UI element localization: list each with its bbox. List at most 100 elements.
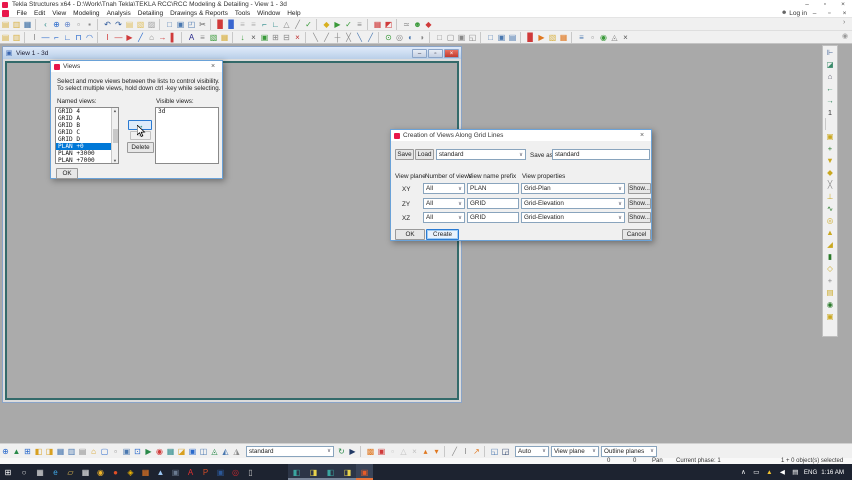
view-list2-icon[interactable]: ▤ [77, 446, 88, 457]
show-button-xy[interactable]: Show... [628, 183, 651, 194]
select-component-icon[interactable]: ▣ [376, 446, 387, 457]
named-view-item[interactable]: PLAN +3000 [56, 150, 118, 157]
snap-centerpoint-icon[interactable]: ▼ [824, 154, 836, 166]
misc-c-icon[interactable]: ◬ [609, 32, 620, 43]
snap-grid-icon[interactable]: ▲ [824, 226, 836, 238]
view-rendered-icon[interactable]: ▢ [445, 32, 456, 43]
opera-icon[interactable]: ◎ [228, 464, 243, 480]
view-along-grid-icon[interactable]: ◨ [44, 446, 55, 457]
grid-view-icon[interactable]: ⊞ [22, 446, 33, 457]
snap-reference-icon[interactable]: ▮ [824, 250, 836, 262]
snap-tangent2-icon[interactable]: ∿ [824, 202, 836, 214]
snap-origin-icon[interactable]: ⌂ [824, 70, 836, 82]
snap-mode-a-icon[interactable]: ◱ [489, 446, 500, 457]
lotting-icon[interactable]: ▉ [226, 19, 237, 30]
menu-item[interactable]: Modeling [70, 10, 103, 17]
misc-a-icon[interactable]: ▫ [587, 32, 598, 43]
rotate-view-icon[interactable]: ◭ [220, 446, 231, 457]
media-icon[interactable]: ▣ [168, 464, 183, 480]
create-view-icon[interactable]: ⊕ [0, 446, 11, 457]
select-point-icon[interactable]: × [409, 446, 420, 457]
snap-line-icon[interactable]: ╲ [310, 32, 321, 43]
mesh-icon[interactable]: ▧ [208, 32, 219, 43]
fit-icon[interactable]: ▪ [84, 19, 95, 30]
snap-midpoint-icon[interactable]: ◆ [824, 166, 836, 178]
close-tool-icon[interactable]: × [620, 32, 631, 43]
home-view-icon[interactable]: ⌂ [88, 446, 99, 457]
scroll-up-icon[interactable]: ▲ [114, 108, 116, 113]
snap-endpoint-icon[interactable]: + [824, 142, 836, 154]
toolbar-overflow-icon[interactable]: › [843, 19, 845, 26]
app-close-button[interactable]: × [834, 1, 852, 8]
app-minimize-button[interactable]: – [798, 1, 816, 8]
view-list-icon[interactable]: ▣ [175, 19, 186, 30]
prefix-input-xy[interactable]: PLAN [467, 183, 519, 194]
chrome-icon[interactable]: ◉ [93, 464, 108, 480]
photos-icon[interactable]: ▲ [153, 464, 168, 480]
selection-preset-select[interactable]: standard ∨ [246, 445, 334, 457]
clip-plane-icon[interactable]: ▢ [99, 446, 110, 457]
measure-angle-icon[interactable]: ∟ [270, 19, 281, 30]
start-button[interactable]: ⊞ [0, 464, 16, 480]
menu-item[interactable]: Help [284, 10, 304, 17]
select-assembly-icon[interactable]: ▫ [387, 446, 398, 457]
component-catalog-icon[interactable]: ▦ [372, 19, 383, 30]
creation-dialog-close-icon[interactable]: × [636, 132, 648, 139]
tekla-menu-icon[interactable] [2, 9, 9, 17]
props-select-xy[interactable]: Grid-Plan ∨ [521, 183, 625, 194]
menu-item[interactable]: Drawings & Reports [167, 10, 232, 17]
create-button[interactable]: Create [426, 229, 459, 240]
drawing-list-icon[interactable]: ▥ [11, 32, 22, 43]
measure-icon[interactable]: ⌐ [259, 19, 270, 30]
select-rebar-icon[interactable]: ▾ [431, 446, 442, 457]
select-bolt-icon[interactable]: I [460, 446, 471, 457]
menu-item[interactable]: View [49, 10, 70, 17]
select-line-icon[interactable]: ↗ [471, 446, 482, 457]
named-view-item[interactable]: PLAN +7000 [56, 157, 118, 163]
screenshot-icon[interactable]: ▫ [110, 446, 121, 457]
spin-view-icon[interactable]: ◮ [231, 446, 242, 457]
snap-extension-icon[interactable]: ◢ [824, 238, 836, 250]
snap-mid-icon[interactable]: ╱ [365, 32, 376, 43]
network-icon[interactable]: ▭ [752, 467, 761, 478]
comp-list-icon[interactable]: ▤ [507, 32, 518, 43]
comp-view-icon[interactable]: □ [485, 32, 496, 43]
snap-depth-icon[interactable]: 1 [824, 106, 836, 118]
prefix-input-xz[interactable]: GRID [467, 212, 519, 223]
reload-preset-icon[interactable]: ↻ [336, 446, 347, 457]
num-views-select-xy[interactable]: All ∨ [423, 183, 465, 194]
snap-lines-icon[interactable]: ▤ [824, 286, 836, 298]
tekla-tool-c-icon[interactable]: ◧ [322, 464, 339, 480]
compare-icon[interactable]: ≃ [401, 19, 412, 30]
volume-icon[interactable]: ◀ [778, 467, 787, 478]
concrete-column-icon[interactable]: I [102, 32, 113, 43]
view-3d-icon[interactable]: ▦ [55, 446, 66, 457]
tray-expand-icon[interactable]: ∧ [739, 467, 748, 478]
prefix-input-zy[interactable]: GRID [467, 198, 519, 209]
snap-free-icon[interactable]: ◇ [824, 262, 836, 274]
plugin-icon[interactable]: ◈ [123, 464, 138, 480]
misc-b-icon[interactable]: ◉ [598, 32, 609, 43]
trimble-connect-icon[interactable]: ◆ [423, 19, 434, 30]
view-minimize-button[interactable]: – [412, 48, 427, 58]
point-tool-icon[interactable]: ↓ [237, 32, 248, 43]
iso-view-icon[interactable]: ◬ [209, 446, 220, 457]
strip-footing-icon[interactable]: ╱ [135, 32, 146, 43]
view-restore-button[interactable]: ▫ [428, 48, 443, 58]
filter-icon[interactable]: ≡ [576, 32, 587, 43]
surface-icon[interactable]: ▦ [219, 32, 230, 43]
clash-check-icon[interactable]: ✓ [343, 19, 354, 30]
named-views-scrollbar[interactable]: ▲ ▼ [111, 108, 118, 163]
word-icon[interactable]: ▣ [213, 464, 228, 480]
menu-item[interactable]: Window [254, 10, 284, 17]
select-weld-icon[interactable]: ╱ [449, 446, 460, 457]
render-options-icon[interactable]: ▣ [121, 446, 132, 457]
num-views-select-zy[interactable]: All ∨ [423, 198, 465, 209]
phone-icon[interactable]: ▯ [243, 464, 258, 480]
representation-icon[interactable]: ◪ [176, 446, 187, 457]
custom-component-icon[interactable]: ◩ [383, 19, 394, 30]
load-button[interactable]: Load [415, 149, 434, 160]
edge-icon[interactable]: e [48, 464, 63, 480]
grid-line-icon[interactable]: ⊟ [281, 32, 292, 43]
firefox-icon[interactable]: ● [108, 464, 123, 480]
